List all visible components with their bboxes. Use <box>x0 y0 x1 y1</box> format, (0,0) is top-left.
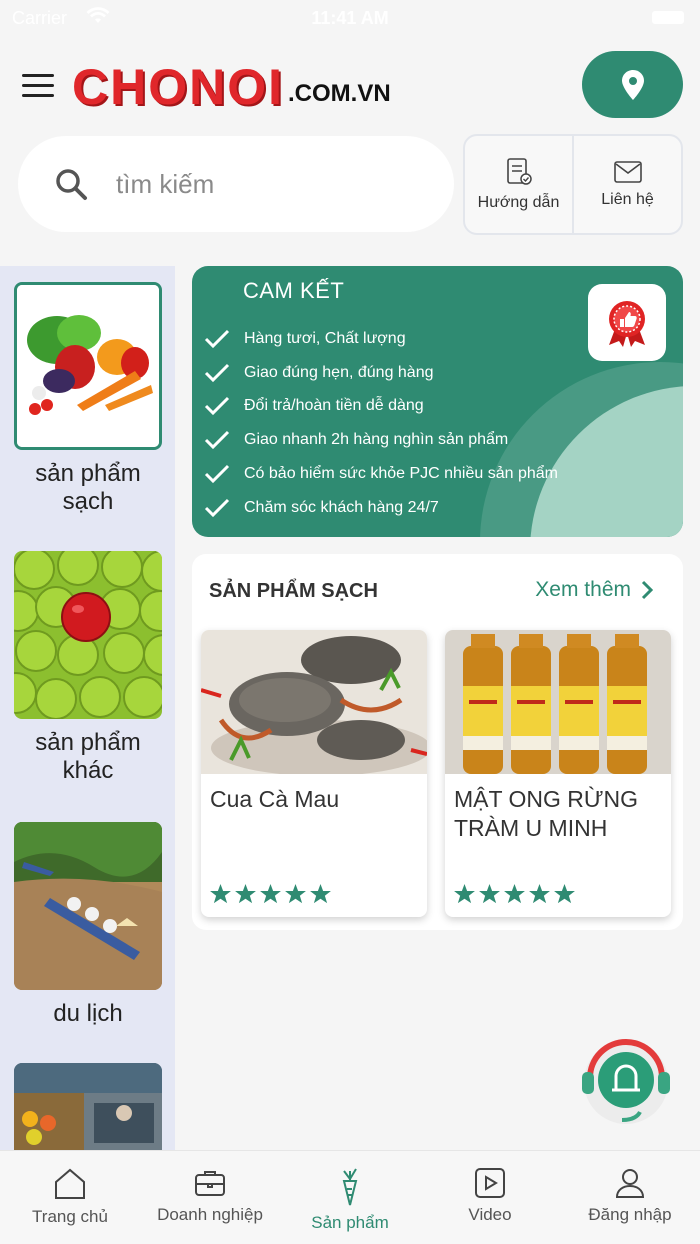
other-products-image <box>14 551 162 719</box>
star-icon <box>310 884 331 904</box>
clean-products-section: SẢN PHẨM SẠCH Xem thêm Cua Cà Mau MẬT ON… <box>192 554 683 930</box>
star-icon <box>260 884 281 904</box>
see-more-label: Xem thêm <box>535 578 631 601</box>
guide-label: Hướng dẫn <box>477 193 560 211</box>
tab-label: Trang chủ <box>32 1207 108 1226</box>
product-card[interactable]: MẬT ONG RỪNG TRÀM U MINH <box>445 630 671 917</box>
video-play-icon <box>475 1168 505 1198</box>
search-icon <box>56 169 87 200</box>
customer-support-button[interactable] <box>580 1034 672 1126</box>
tab-business[interactable]: Doanh nghiệp <box>140 1151 280 1244</box>
category-item-travel[interactable]: du lịch <box>14 822 162 1028</box>
logo[interactable]: CHONOI .COM.VN <box>72 60 391 112</box>
search-bar[interactable] <box>18 136 454 232</box>
check-icon <box>204 498 230 517</box>
star-icon <box>479 884 500 904</box>
logo-domain: .COM.VN <box>288 80 391 107</box>
quick-links: Hướng dẫn Liên hệ <box>463 134 683 235</box>
tab-video[interactable]: Video <box>420 1151 560 1244</box>
bottom-tab-bar: Trang chủ Doanh nghiệp Sản phẩm Video Đă… <box>0 1150 700 1244</box>
thumbs-up-badge-icon <box>588 284 666 361</box>
category-label: sản phẩm sạch <box>35 460 141 515</box>
contact-label: Liên hệ <box>601 190 654 208</box>
commitment-item: Đổi trả/hoàn tiền dễ dàng <box>204 390 558 424</box>
mail-icon <box>613 160 642 183</box>
commitment-item: Có bảo hiểm sức khỏe PJC nhiều sản phẩm <box>204 457 558 491</box>
check-icon <box>204 363 230 382</box>
battery-icon <box>652 11 684 24</box>
commitment-item: Giao đúng hẹn, đúng hàng <box>204 356 558 390</box>
category-label: du lịch <box>53 1000 123 1027</box>
product-name: Cua Cà Mau <box>210 786 340 812</box>
tab-label: Video <box>468 1205 512 1224</box>
carrot-icon <box>342 1168 358 1206</box>
category-label: sản phẩm khác <box>35 729 141 784</box>
commitment-item: Chăm sóc khách hàng 24/7 <box>204 491 558 525</box>
section-title: SẢN PHẨM SẠCH <box>209 580 378 602</box>
user-icon <box>615 1169 645 1198</box>
star-icon <box>210 884 231 904</box>
clock: 11:41 AM <box>311 8 389 28</box>
star-icon <box>504 884 525 904</box>
home-icon <box>55 1168 85 1199</box>
guide-document-icon <box>506 157 532 185</box>
star-icon <box>285 884 306 904</box>
category-sidebar[interactable]: sản phẩm sạch sản phẩm khác du lịch <box>0 266 175 1150</box>
check-icon <box>204 465 230 484</box>
tab-label: Đăng nhập <box>588 1205 672 1224</box>
product-card[interactable]: Cua Cà Mau <box>201 630 427 917</box>
tab-products[interactable]: Sản phẩm <box>280 1151 420 1244</box>
rating-stars <box>210 884 331 904</box>
support-bell-icon <box>582 1039 670 1124</box>
map-pin-icon <box>621 69 644 100</box>
star-icon <box>529 884 550 904</box>
honey-image <box>445 630 671 774</box>
commitment-item: Giao nhanh 2h hàng nghìn sản phẩm <box>204 423 558 457</box>
see-more-link[interactable]: Xem thêm <box>535 578 653 602</box>
check-icon <box>204 397 230 416</box>
commitment-list: Hàng tươi, Chất lượng Giao đúng hẹn, đún… <box>204 322 558 525</box>
tab-label: Sản phẩm <box>311 1213 389 1232</box>
market-image <box>14 1063 162 1150</box>
briefcase-icon <box>195 1171 225 1196</box>
tab-login[interactable]: Đăng nhập <box>560 1151 700 1244</box>
rating-stars <box>454 884 575 904</box>
clean-products-image <box>14 282 162 450</box>
crab-image <box>201 630 427 774</box>
star-icon <box>454 884 475 904</box>
check-icon <box>204 431 230 450</box>
star-icon <box>554 884 575 904</box>
star-icon <box>235 884 256 904</box>
location-button[interactable] <box>582 51 683 118</box>
commitment-banner: CAM KẾT Hàng tươi, Chất lượng Giao đúng … <box>192 266 683 537</box>
category-item-other-products[interactable]: sản phẩm khác <box>14 551 162 785</box>
category-item-clean-products[interactable]: sản phẩm sạch <box>14 282 162 516</box>
tab-label: Doanh nghiệp <box>157 1205 263 1224</box>
commitment-item: Hàng tươi, Chất lượng <box>204 322 558 356</box>
product-name: MẬT ONG RỪNG TRÀM U MINH <box>454 786 639 841</box>
search-input[interactable] <box>116 168 396 200</box>
status-bar: Carrier 11:41 AM <box>0 0 700 36</box>
check-icon <box>204 329 230 349</box>
tab-home[interactable]: Trang chủ <box>0 1151 140 1244</box>
logo-brand: CHONOI <box>72 59 284 115</box>
travel-image <box>14 822 162 990</box>
guide-button[interactable]: Hướng dẫn <box>465 136 572 233</box>
contact-button[interactable]: Liên hệ <box>572 136 681 233</box>
chevron-right-icon <box>641 580 653 600</box>
category-item-market[interactable] <box>14 1063 162 1150</box>
commitment-title: CAM KẾT <box>243 278 345 303</box>
hamburger-menu-icon[interactable] <box>22 74 54 98</box>
